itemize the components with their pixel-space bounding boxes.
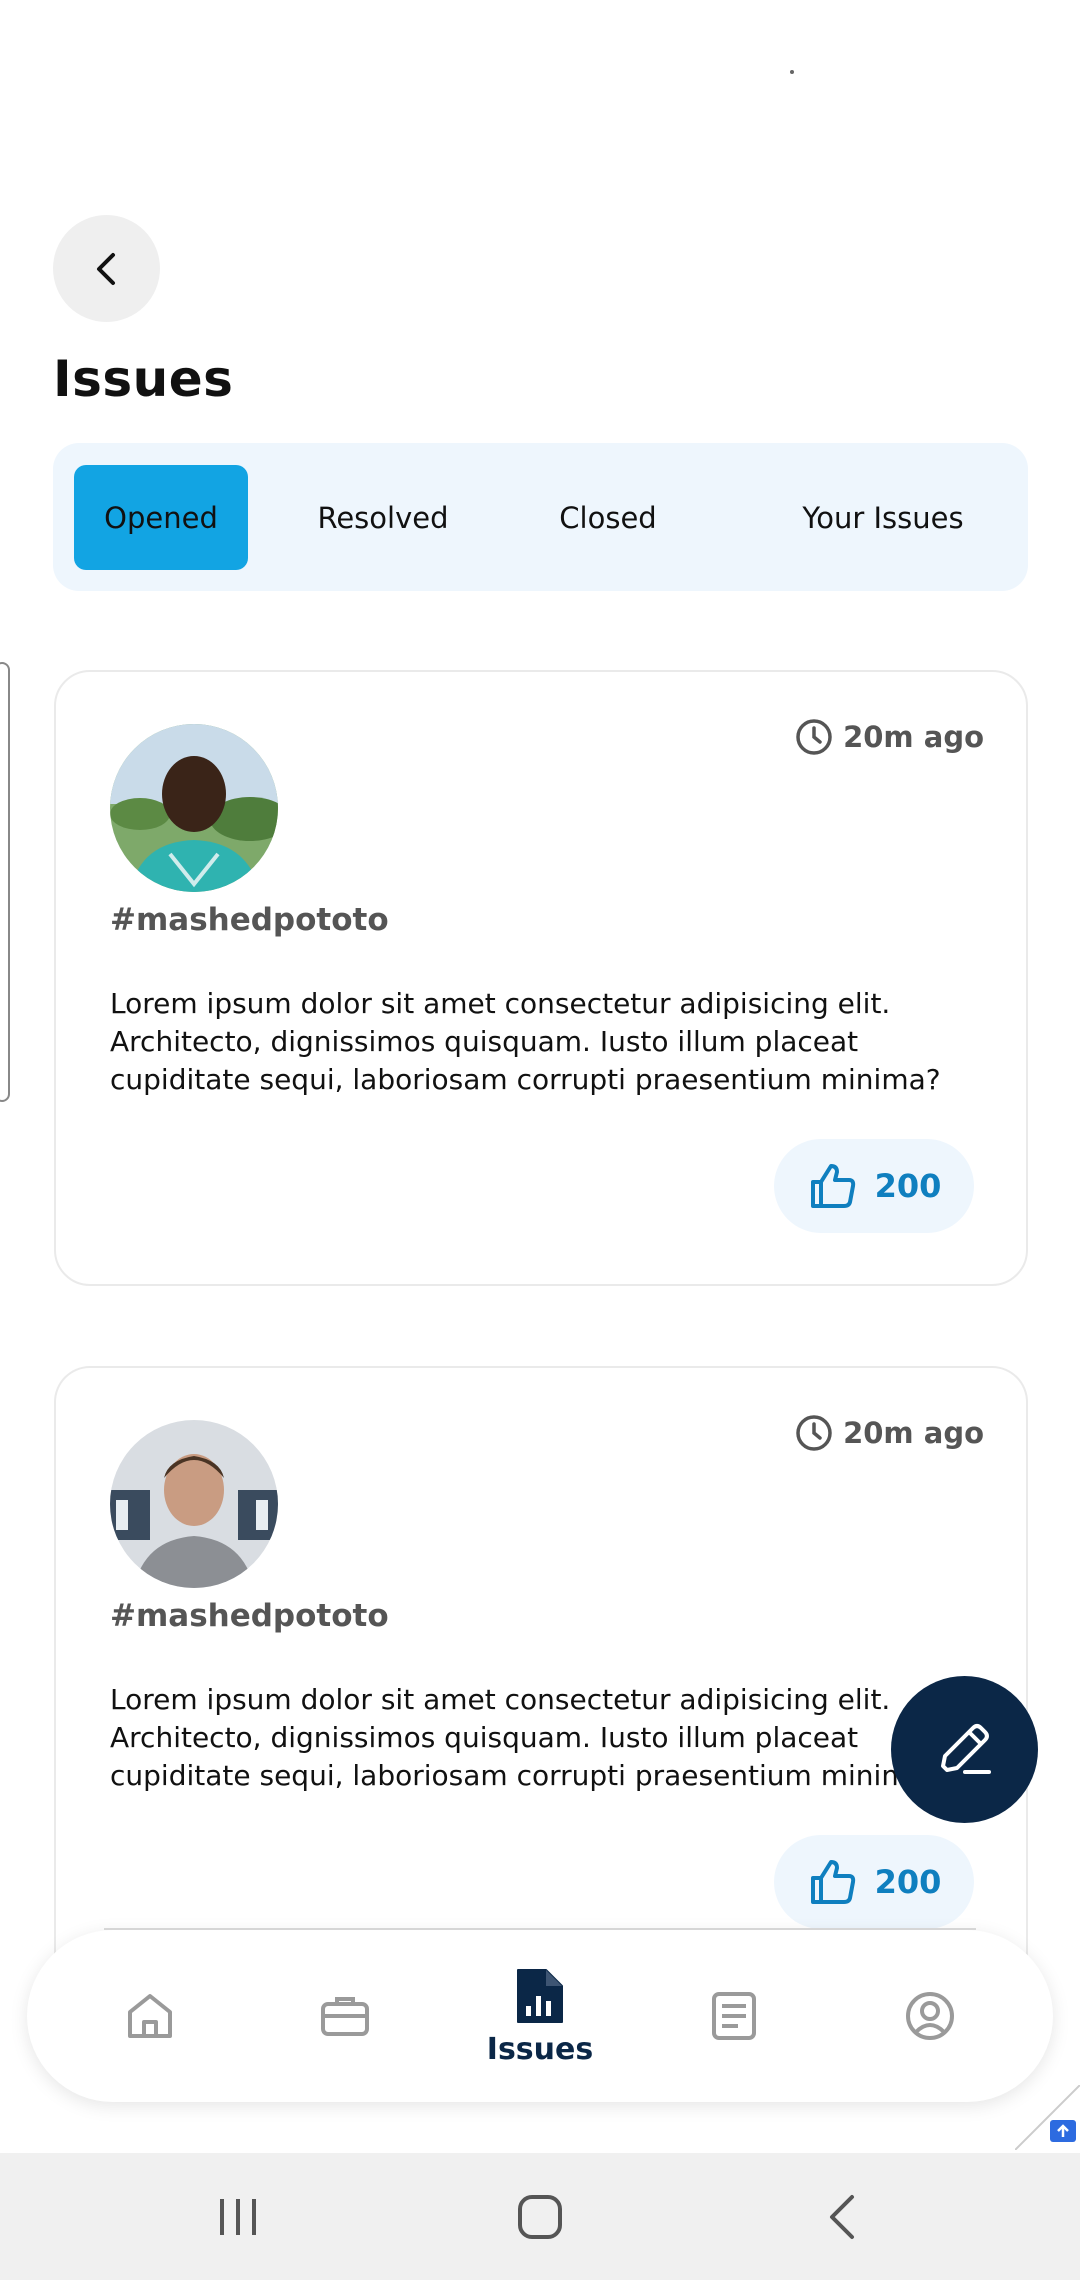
new-issue-button[interactable] <box>891 1676 1038 1823</box>
tab-opened[interactable]: Opened <box>74 465 248 570</box>
avatar <box>110 724 278 892</box>
like-count: 200 <box>874 1167 942 1205</box>
avatar <box>110 1420 278 1588</box>
home-icon <box>128 1994 172 2038</box>
issue-tabs: Opened Resolved Closed Your Issues <box>53 443 1028 591</box>
issue-card[interactable]: 20m ago #mashedpototo Lorem ipsum dolor … <box>54 670 1028 1286</box>
issue-user[interactable]: #mashedpototo <box>110 902 389 938</box>
briefcase-icon <box>321 1997 369 2036</box>
report-icon <box>517 1968 563 2023</box>
bottom-nav: Issues <box>27 1930 1053 2102</box>
recents-icon <box>220 2198 256 2235</box>
tab-your-issues[interactable]: Your Issues <box>758 465 1008 570</box>
clock-icon <box>796 719 832 755</box>
nav-profile[interactable] <box>860 1930 1000 2102</box>
profile-icon <box>906 1992 954 2040</box>
pencil-icon <box>940 1723 991 1774</box>
tab-resolved[interactable]: Resolved <box>283 465 483 570</box>
home-square-icon <box>518 2194 562 2239</box>
system-navigation-bar <box>0 2153 1080 2280</box>
like-button[interactable]: 200 <box>774 1139 974 1233</box>
back-button[interactable] <box>53 215 160 322</box>
tab-closed[interactable]: Closed <box>523 465 693 570</box>
back-system-button[interactable] <box>782 2153 902 2280</box>
back-arrow-icon <box>830 2194 854 2239</box>
home-system-button[interactable] <box>480 2153 600 2280</box>
nav-work[interactable] <box>275 1930 415 2102</box>
issue-body: Lorem ipsum dolor sit amet consectetur a… <box>110 1683 941 1792</box>
clock-icon <box>796 1415 832 1451</box>
like-count: 200 <box>874 1863 942 1901</box>
status-dot <box>790 70 794 74</box>
thumbs-up-icon <box>810 1164 855 1208</box>
page-title: Issues <box>53 350 234 408</box>
issue-time-label: 20m ago <box>843 1416 984 1450</box>
issue-time: 20m ago <box>795 718 984 756</box>
status-bar-area <box>0 0 1080 180</box>
thumbs-up-icon <box>810 1860 855 1904</box>
document-icon <box>712 1992 756 2040</box>
like-button[interactable]: 200 <box>774 1835 974 1929</box>
issue-body: Lorem ipsum dolor sit amet consectetur a… <box>110 987 941 1096</box>
issue-card[interactable]: 20m ago #mashedpototo Lorem ipsum dolor … <box>54 1366 1028 2006</box>
edge-handle[interactable] <box>0 662 10 1102</box>
corner-upload-icon <box>1014 2084 1080 2151</box>
nav-home[interactable] <box>80 1930 220 2102</box>
issue-time: 20m ago <box>795 1414 984 1452</box>
issue-user[interactable]: #mashedpototo <box>110 1598 389 1634</box>
nav-docs[interactable] <box>664 1930 804 2102</box>
nav-issues-label: Issues <box>486 2031 594 2067</box>
nav-issues[interactable]: Issues <box>470 1930 610 2102</box>
issue-time-label: 20m ago <box>843 720 984 754</box>
chevron-left-icon <box>96 252 115 285</box>
recents-button[interactable] <box>178 2153 298 2280</box>
